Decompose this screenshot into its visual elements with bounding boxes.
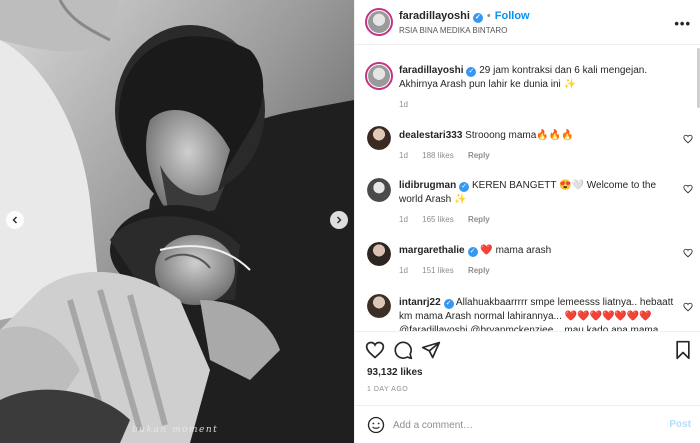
author-username[interactable]: faradillayoshi <box>399 10 470 22</box>
verified-badge-icon: ✓ <box>467 247 478 257</box>
comment-meta: 1d 165 likes Reply <box>399 215 502 224</box>
comment-meta: 1d 188 likes Reply <box>399 151 502 160</box>
comment-time: 1d <box>399 215 408 224</box>
post-date[interactable]: 1 DAY AGO <box>367 386 408 393</box>
comment-likes[interactable]: 188 likes <box>422 151 454 160</box>
caption-username[interactable]: faradillayoshi <box>399 65 463 76</box>
header-line: faradillayoshi ✓ • Follow <box>399 10 530 23</box>
reply-button[interactable]: Reply <box>468 215 490 224</box>
like-comment-heart-icon[interactable] <box>683 184 693 194</box>
comment-username[interactable]: margarethalie <box>399 245 465 256</box>
post-header: faradillayoshi ✓ • Follow RSIA BINA MEDIKA … <box>355 0 700 45</box>
emoji-smiley-icon[interactable] <box>367 416 385 434</box>
comment-avatar[interactable] <box>367 126 391 150</box>
comments-list[interactable]: faradillayoshi ✓ 29 jam kontraksi dan 6 k… <box>355 46 700 331</box>
comment-text: lidibrugman ✓ KEREN BANGETT 😍🤍 Welcome to… <box>399 179 679 207</box>
comment-time: 1d <box>399 151 408 160</box>
save-bookmark-icon[interactable] <box>673 340 693 360</box>
like-comment-heart-icon[interactable] <box>683 134 693 144</box>
comment-meta: 1d 151 likes Reply <box>399 266 502 275</box>
previous-photo-button[interactable] <box>6 211 24 229</box>
next-photo-button[interactable] <box>330 211 348 229</box>
like-comment-heart-icon[interactable] <box>683 248 693 258</box>
caption-avatar[interactable] <box>365 62 393 90</box>
comment-avatar[interactable] <box>367 178 391 202</box>
comment-username[interactable]: intanrj22 <box>399 297 441 308</box>
verified-badge-icon: ✓ <box>443 299 454 309</box>
comment-text: intanrj22 ✓ Allahuakbaarrrrr smpe lemeess… <box>399 296 679 331</box>
post-location[interactable]: RSIA BINA MEDIKA BINTARO <box>399 26 507 35</box>
add-comment-bar: Post <box>355 405 700 443</box>
author-avatar[interactable] <box>365 8 393 36</box>
comment-avatar[interactable] <box>367 294 391 318</box>
comment-text: margarethalie ✓ ❤️ mama arash <box>399 244 679 258</box>
comment-body: ❤️ mama arash <box>480 245 552 256</box>
separator-dot: • <box>486 10 491 22</box>
comment-likes[interactable]: 165 likes <box>422 215 454 224</box>
verified-badge-icon: ✓ <box>472 13 483 23</box>
reply-button[interactable]: Reply <box>468 266 490 275</box>
photo-image <box>0 0 354 443</box>
comment-bubble-icon[interactable] <box>393 340 413 360</box>
comment-avatar[interactable] <box>367 242 391 266</box>
post-actions-bar <box>355 331 700 371</box>
post-photo[interactable]: bukan moment <box>0 0 354 443</box>
caption-text: faradillayoshi ✓ 29 jam kontraksi dan 6 k… <box>399 64 679 92</box>
post-side-panel: faradillayoshi ✓ • Follow RSIA BINA MEDIKA … <box>354 0 700 443</box>
comment-username[interactable]: dealestari333 <box>399 130 462 141</box>
comment-username[interactable]: lidibrugman <box>399 180 456 191</box>
reply-button[interactable]: Reply <box>468 151 490 160</box>
verified-badge-icon: ✓ <box>459 182 470 192</box>
photo-watermark: bukan moment <box>132 425 219 435</box>
comment-time: 1d <box>399 266 408 275</box>
follow-button[interactable]: Follow <box>495 10 530 22</box>
post-comment-button[interactable]: Post <box>669 419 691 430</box>
comment-text: dealestari333 Strooong mama🔥🔥🔥 <box>399 129 679 143</box>
more-options-button[interactable]: ••• <box>674 16 691 31</box>
comment-input[interactable] <box>393 415 653 435</box>
chevron-right-icon <box>337 216 342 224</box>
comment-body: Strooong mama🔥🔥🔥 <box>465 130 574 141</box>
caption-time: 1d <box>399 100 408 109</box>
share-paper-plane-icon[interactable] <box>421 340 441 360</box>
verified-badge-icon: ✓ <box>466 67 477 77</box>
like-comment-heart-icon[interactable] <box>683 302 693 312</box>
comment-likes[interactable]: 151 likes <box>422 266 454 275</box>
chevron-left-icon <box>12 216 17 224</box>
like-heart-icon[interactable] <box>365 340 385 360</box>
post-likes-count[interactable]: 93,132 likes <box>367 367 423 378</box>
caption-meta: 1d <box>399 100 420 109</box>
